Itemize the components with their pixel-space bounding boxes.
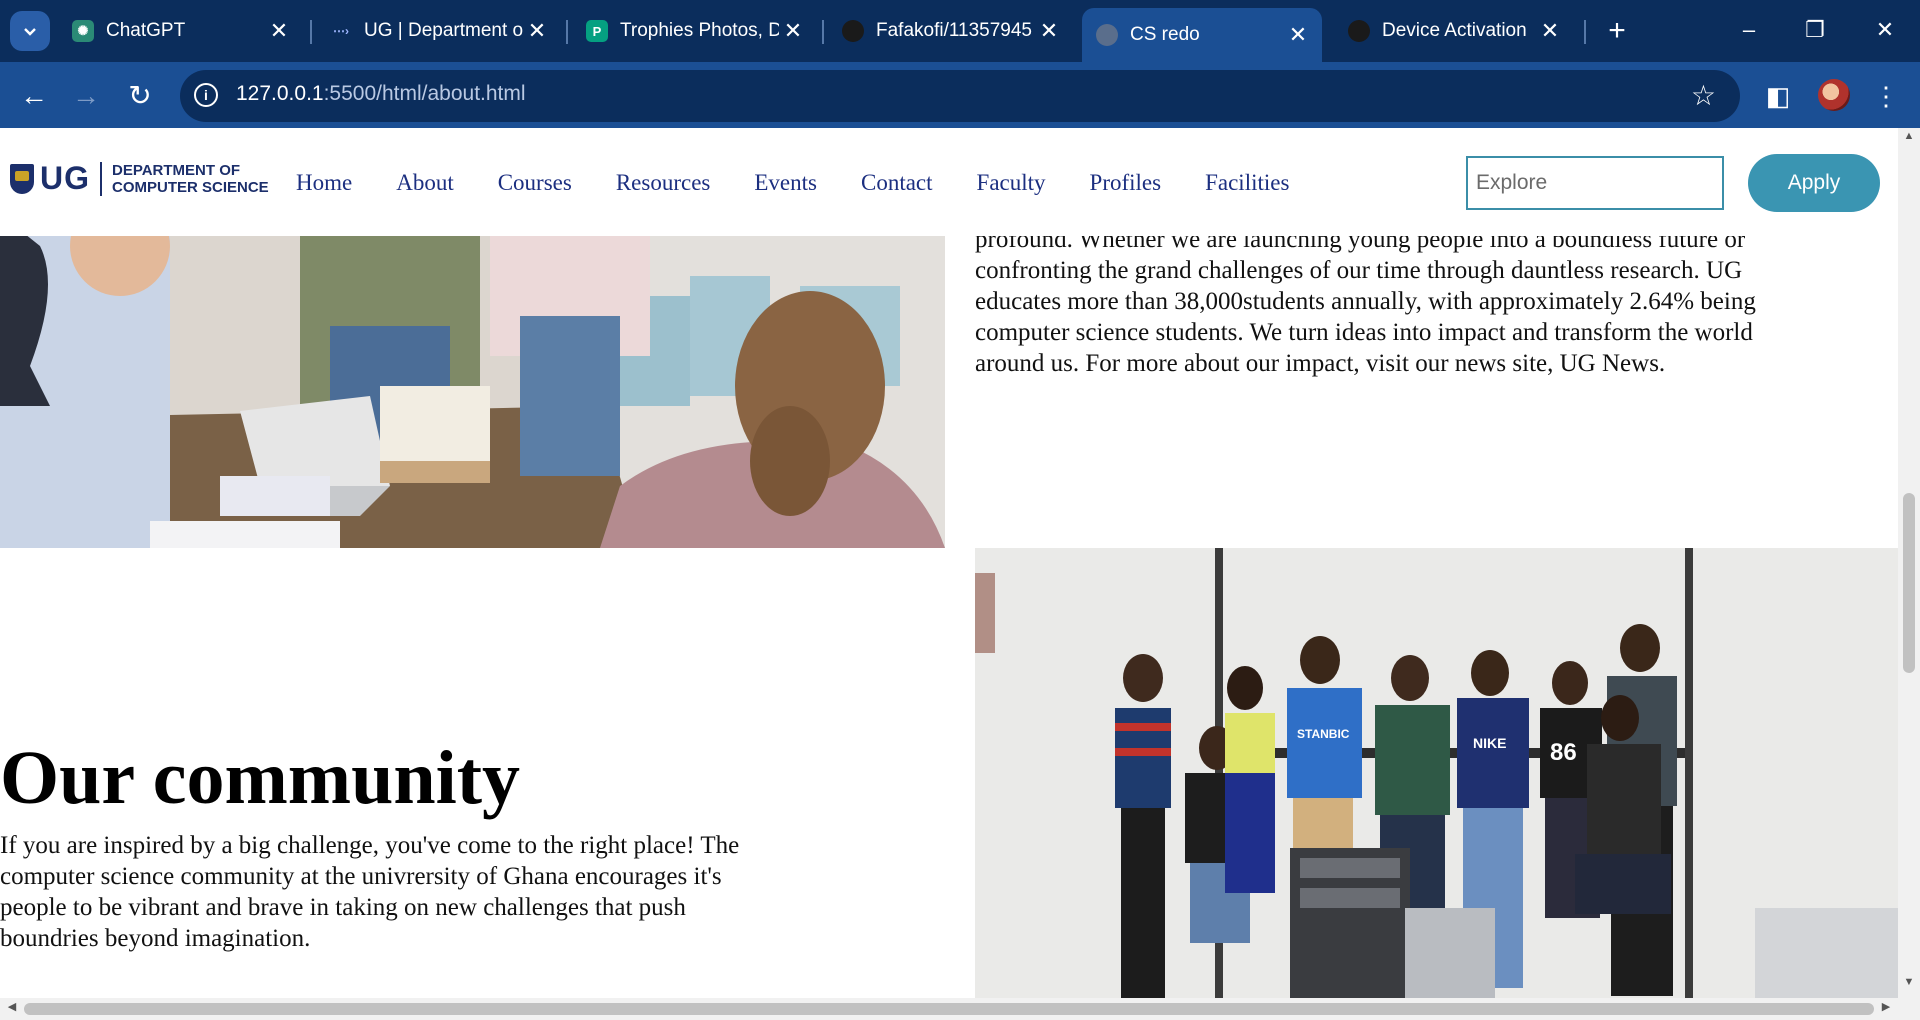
tab-title: Trophies Photos, D <box>620 20 779 41</box>
browser-toolbar: ← → ↻ i 127.0.0.1:5500/html/about.html ☆… <box>0 62 1920 128</box>
tab-title: UG | Department o <box>364 20 523 41</box>
nav-about[interactable]: About <box>396 170 454 196</box>
students-study-photo <box>0 236 945 548</box>
tab-device-activation[interactable]: Device Activation ✕ <box>1334 8 1574 54</box>
profile-avatar[interactable] <box>1818 79 1850 111</box>
minimize-button[interactable]: – <box>1724 10 1774 50</box>
forward-button[interactable]: → <box>66 76 106 116</box>
tab-chatgpt[interactable]: ✺ ChatGPT ✕ <box>58 8 303 54</box>
ug-logo[interactable]: UG DEPARTMENT OF COMPUTER SCIENCE <box>10 160 269 197</box>
nav-profiles[interactable]: Profiles <box>1090 170 1162 196</box>
url-path: :5500/html/about.html <box>323 82 526 105</box>
logo-department-text: DEPARTMENT OF COMPUTER SCIENCE <box>112 162 269 196</box>
site-header: UG DEPARTMENT OF COMPUTER SCIENCE Home A… <box>0 128 1898 236</box>
horizontal-scrollbar[interactable]: ◀ ▶ <box>0 998 1920 1020</box>
tab-title: Fafakofi/11357945 <box>876 20 1032 41</box>
address-bar[interactable]: i 127.0.0.1:5500/html/about.html ☆ <box>180 70 1740 122</box>
url-host: 127.0.0.1 <box>236 82 324 105</box>
logo-dept-line2: COMPUTER SCIENCE <box>112 178 269 196</box>
explore-search-input[interactable] <box>1466 156 1724 210</box>
bookmark-star-icon[interactable]: ☆ <box>1691 79 1716 112</box>
ug-favicon-icon: ⋯› <box>333 24 349 38</box>
tab-title: CS redo <box>1130 24 1200 45</box>
community-heading: Our community <box>0 736 521 820</box>
side-panel-icon[interactable]: ◧ <box>1758 76 1798 116</box>
tab-search-button[interactable] <box>10 11 50 51</box>
scroll-left-arrow-icon[interactable]: ◀ <box>2 1000 22 1013</box>
browser-tab-strip: ✺ ChatGPT ✕ ⋯› UG | Department o ✕ P Tro… <box>0 0 1920 62</box>
close-window-button[interactable]: ✕ <box>1860 10 1910 50</box>
intro-paragraph: profound. Whether we are launching young… <box>975 226 1756 377</box>
url-text[interactable]: 127.0.0.1:5500/html/about.html <box>236 82 526 106</box>
close-icon[interactable]: ✕ <box>1284 22 1312 48</box>
nav-faculty[interactable]: Faculty <box>977 170 1046 196</box>
logo-dept-line1: DEPARTMENT OF <box>112 161 241 179</box>
new-tab-button[interactable]: + <box>1600 14 1634 48</box>
browser-menu-icon[interactable]: ⋮ <box>1866 76 1906 116</box>
horizontal-scroll-thumb[interactable] <box>24 1003 1874 1015</box>
page-viewport: profound. Whether we are launching young… <box>0 128 1898 998</box>
back-button[interactable]: ← <box>14 76 54 116</box>
nav-home[interactable]: Home <box>296 170 352 196</box>
logo-ug-text: UG <box>40 160 90 196</box>
restore-button[interactable]: ❐ <box>1790 10 1840 50</box>
nav-courses[interactable]: Courses <box>498 170 572 196</box>
nav-contact[interactable]: Contact <box>861 170 933 196</box>
chevron-down-icon <box>24 28 36 36</box>
apply-button[interactable]: Apply <box>1748 154 1880 212</box>
tab-separator <box>822 20 824 44</box>
tab-cs-redo[interactable]: CS redo ✕ <box>1082 8 1322 62</box>
logo-divider <box>100 161 102 196</box>
nav-resources[interactable]: Resources <box>616 170 711 196</box>
reload-button[interactable]: ↻ <box>120 76 160 116</box>
shirt-text: STANBIC <box>1297 727 1350 741</box>
nike-logo-text: NIKE <box>1473 735 1506 751</box>
close-icon[interactable]: ✕ <box>265 18 293 44</box>
tab-separator <box>566 20 568 44</box>
tab-ug-department[interactable]: ⋯› UG | Department o ✕ <box>316 8 561 54</box>
tab-title: Device Activation <box>1382 20 1527 41</box>
main-nav: Home About Courses Resources Events Cont… <box>296 170 1333 196</box>
pexels-icon: P <box>586 20 608 42</box>
tab-trophies-photos[interactable]: P Trophies Photos, D ✕ <box>572 8 817 54</box>
community-group-photo: STANBIC NIKE 86 <box>975 548 1898 998</box>
tab-title: ChatGPT <box>106 20 186 41</box>
tab-github-fafakofi[interactable]: Fafakofi/11357945 ✕ <box>828 8 1073 54</box>
site-info-icon[interactable]: i <box>194 83 218 107</box>
nav-facilities[interactable]: Facilities <box>1205 170 1289 196</box>
ug-crest-icon <box>10 163 34 194</box>
tab-separator <box>1584 20 1586 44</box>
scroll-right-arrow-icon[interactable]: ▶ <box>1876 1000 1896 1013</box>
scroll-down-arrow-icon[interactable]: ▼ <box>1898 976 1920 996</box>
shirt-number-text: 86 <box>1550 739 1577 766</box>
github-icon <box>842 20 864 42</box>
close-icon[interactable]: ✕ <box>523 18 551 44</box>
vertical-scrollbar[interactable]: ▲ ▼ <box>1898 128 1920 998</box>
chatgpt-icon: ✺ <box>72 20 94 42</box>
github-icon <box>1348 20 1370 42</box>
close-icon[interactable]: ✕ <box>1035 18 1063 44</box>
tab-separator <box>310 20 312 44</box>
globe-icon <box>1096 24 1118 46</box>
close-icon[interactable]: ✕ <box>1536 18 1564 44</box>
close-icon[interactable]: ✕ <box>779 18 807 44</box>
community-paragraph: If you are inspired by a big challenge, … <box>0 832 740 952</box>
scroll-up-arrow-icon[interactable]: ▲ <box>1898 130 1920 150</box>
vertical-scroll-thumb[interactable] <box>1903 493 1915 673</box>
nav-events[interactable]: Events <box>754 170 817 196</box>
